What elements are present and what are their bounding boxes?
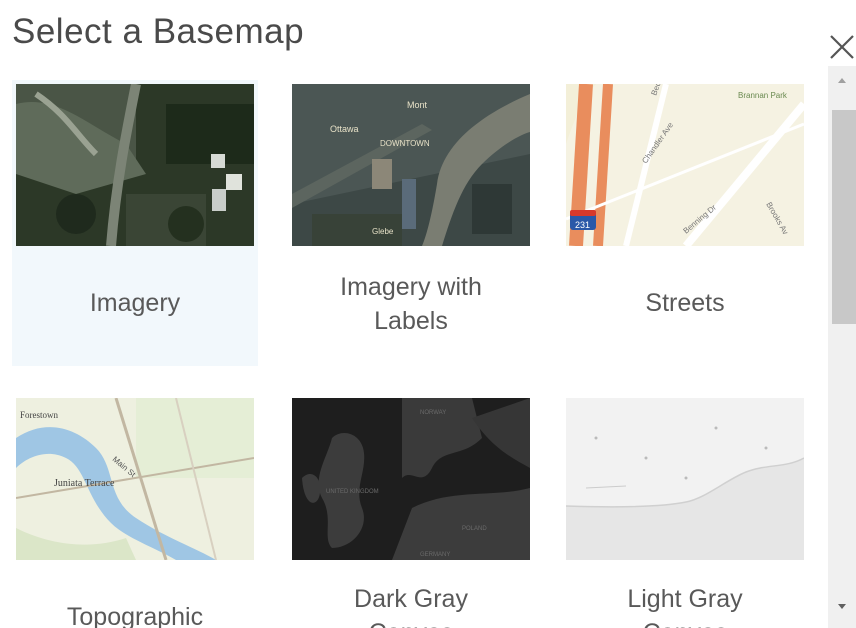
basemap-card-dark-gray-canvas[interactable]: NORWAY UNITED KINGDOM POLAND GERMANY Dar…: [288, 394, 534, 628]
svg-text:Ottawa: Ottawa: [330, 124, 359, 134]
map-label: NORWAY: [420, 410, 446, 416]
svg-text:Mont: Mont: [407, 100, 428, 110]
basemap-card-imagery-with-labels[interactable]: Mont Ottawa DOWNTOWN Glebe Imagery with …: [288, 80, 534, 360]
close-icon: [830, 35, 854, 59]
basemap-card-topographic[interactable]: Forestown Juniata Terrace Main St Topogr…: [12, 394, 258, 628]
basemap-label: Imagery: [89, 289, 181, 317]
dark-gray-canvas-thumbnail: NORWAY UNITED KINGDOM POLAND GERMANY: [292, 398, 530, 560]
basemap-label: Topographic: [66, 603, 204, 628]
chevron-up-icon: [838, 78, 846, 83]
scrollbar[interactable]: [828, 66, 856, 628]
svg-text:Glebe: Glebe: [372, 227, 394, 236]
basemap-label: Light Gray Canvas: [627, 585, 743, 628]
map-label: POLAND: [462, 526, 487, 532]
basemap-label: Imagery with Labels: [340, 273, 482, 335]
map-label: Brannan Park: [738, 91, 788, 100]
chevron-down-icon: [838, 604, 846, 609]
basemap-card-imagery[interactable]: Imagery: [12, 80, 258, 366]
map-label: GERMANY: [420, 552, 450, 558]
basemap-card-streets[interactable]: 231 Brannan Park Bedford Av Chandler Ave…: [562, 80, 808, 360]
streets-thumbnail: 231 Brannan Park Bedford Av Chandler Ave…: [566, 84, 804, 246]
topographic-thumbnail: Forestown Juniata Terrace Main St: [16, 398, 254, 560]
dialog-title: Select a Basemap: [12, 12, 305, 51]
map-label: Juniata Terrace: [54, 478, 115, 489]
close-button[interactable]: [826, 28, 856, 62]
basemap-card-light-gray-canvas[interactable]: Light Gray Canvas: [562, 394, 808, 628]
interstate-shield-label: 231: [575, 220, 590, 230]
light-gray-canvas-thumbnail: [566, 398, 804, 560]
svg-text:DOWNTOWN: DOWNTOWN: [380, 139, 430, 148]
imagery-with-labels-thumbnail: Mont Ottawa DOWNTOWN Glebe: [292, 84, 530, 246]
basemap-label: Streets: [645, 289, 725, 317]
scroll-down-button[interactable]: [828, 594, 856, 620]
scroll-thumb[interactable]: [832, 110, 856, 324]
map-label: Forestown: [20, 410, 58, 420]
imagery-thumbnail: [16, 84, 254, 246]
basemap-label: Dark Gray Canvas: [354, 585, 468, 628]
scroll-up-button[interactable]: [828, 66, 856, 92]
map-label: UNITED KINGDOM: [326, 489, 379, 495]
